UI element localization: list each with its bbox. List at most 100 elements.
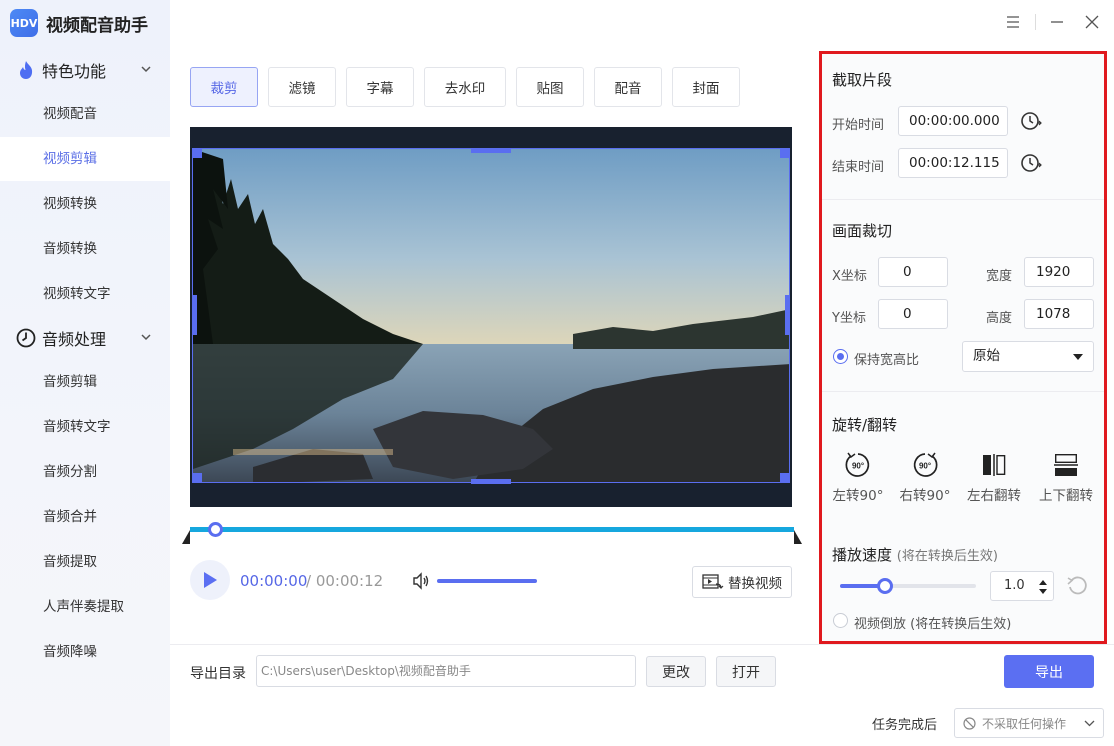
crop-handle-top[interactable]	[471, 148, 511, 153]
sidebar-item-audio-extract[interactable]: 音频提取	[0, 540, 170, 584]
sidebar-item-audio-to-text[interactable]: 音频转文字	[0, 405, 170, 449]
sidebar-item-audio-convert[interactable]: 音频转换	[0, 227, 170, 271]
tab-remove-watermark[interactable]: 去水印	[424, 67, 506, 107]
sidebar-item-video-convert[interactable]: 视频转换	[0, 182, 170, 226]
video-preview	[190, 127, 792, 507]
tab-filter[interactable]: 滤镜	[268, 67, 336, 107]
crop-handle-bottom-right[interactable]	[780, 473, 790, 483]
time-separator: /	[306, 572, 316, 590]
sidebar-item-audio-edit[interactable]: 音频剪辑	[0, 360, 170, 404]
aspect-ratio-value: 原始	[973, 348, 1000, 364]
decrement-icon[interactable]	[1039, 589, 1047, 594]
start-time-input[interactable]: 00:00:00.000	[898, 106, 1008, 136]
sidebar-item-video-edit[interactable]: 视频剪辑	[0, 137, 170, 181]
rotate-right-button[interactable]: 90° 右转90°	[895, 450, 955, 504]
flip-vertical-button[interactable]: 上下翻转	[1036, 450, 1096, 504]
rotate-badge-text: 90°	[919, 462, 931, 471]
y-coord-label: Y坐标	[832, 311, 866, 326]
crop-section-title: 画面裁切	[832, 222, 893, 240]
speed-input[interactable]: 1.0	[990, 571, 1054, 601]
chevron-down-icon	[1084, 720, 1095, 727]
app-title: HDV 视频配音助手	[10, 7, 148, 39]
end-time-input[interactable]: 00:00:12.115	[898, 148, 1008, 178]
crop-handle-bottom-left[interactable]	[192, 473, 202, 483]
keep-ratio-radio[interactable]	[833, 349, 848, 364]
tab-dubbing[interactable]: 配音	[594, 67, 662, 107]
clock-icon	[16, 328, 36, 348]
close-icon[interactable]	[1082, 12, 1102, 32]
tab-subtitle[interactable]: 字幕	[346, 67, 414, 107]
export-dir-label: 导出目录	[190, 666, 246, 682]
crop-handle-top-right[interactable]	[780, 148, 790, 158]
total-time-value: 00:00:12	[315, 572, 384, 590]
tab-cover[interactable]: 封面	[672, 67, 740, 107]
sidebar-item-video-dubbing[interactable]: 视频配音	[0, 92, 170, 136]
tab-sticker[interactable]: 贴图	[516, 67, 584, 107]
height-input[interactable]: 1078	[1024, 299, 1094, 329]
reset-icon[interactable]	[1066, 575, 1088, 597]
sidebar-group-audio[interactable]: 音频处理	[0, 318, 170, 358]
speed-note: (将在转换后生效)	[896, 549, 998, 564]
sidebar-item-audio-merge[interactable]: 音频合并	[0, 495, 170, 539]
divider	[170, 644, 1114, 645]
winctl-divider	[1035, 14, 1036, 30]
app-logo: HDV	[10, 9, 38, 37]
speed-section-title: 播放速度 (将在转换后生效)	[832, 544, 998, 565]
increment-icon[interactable]	[1039, 580, 1047, 585]
flip-horizontal-button[interactable]: 左右翻转	[964, 450, 1024, 504]
menu-icon[interactable]	[1003, 12, 1023, 32]
rotate-section-title: 旋转/翻转	[832, 416, 898, 434]
video-frame-image[interactable]	[192, 148, 790, 483]
rotate-left-wrap: 90°	[828, 450, 888, 480]
sidebar-item-audio-denoise[interactable]: 音频降噪	[0, 630, 170, 674]
flip-horizontal-wrap	[964, 450, 1024, 480]
rotate-left-button[interactable]: 90° 左转90°	[828, 450, 888, 504]
change-dir-button[interactable]: 更改	[646, 656, 706, 687]
aspect-ratio-select[interactable]: 原始	[962, 341, 1094, 372]
caret-down-icon	[1073, 354, 1083, 360]
x-coord-input[interactable]: 0	[878, 257, 948, 287]
current-time: 00:00:00	[240, 572, 308, 590]
settings-panel: 截取片段 开始时间 00:00:00.000 结束时间 00:00:12.115…	[819, 51, 1107, 644]
trim-handle-end[interactable]	[794, 530, 802, 544]
tab-crop[interactable]: 裁剪	[190, 67, 258, 107]
rotate-right-wrap: 90°	[895, 450, 955, 480]
sidebar-group-features[interactable]: 特色功能	[0, 50, 170, 90]
reverse-video-radio[interactable]	[833, 613, 848, 628]
play-button[interactable]	[190, 560, 230, 600]
sidebar-item-audio-split[interactable]: 音频分割	[0, 450, 170, 494]
y-coord-input[interactable]: 0	[878, 299, 948, 329]
export-path-field[interactable]: C:\Users\user\Desktop\视频配音助手	[256, 655, 636, 687]
timeline-bar[interactable]	[190, 527, 794, 532]
crop-handle-bottom[interactable]	[471, 479, 511, 484]
clip-section-title: 截取片段	[832, 71, 893, 89]
speed-slider-knob[interactable]	[877, 578, 893, 594]
volume-slider[interactable]	[437, 579, 537, 583]
sidebar-item-video-to-text[interactable]: 视频转文字	[0, 272, 170, 316]
sidebar-item-vocal-separate[interactable]: 人声伴奏提取	[0, 585, 170, 629]
after-task-select[interactable]: 不采取任何操作	[954, 708, 1104, 738]
prohibited-icon	[963, 716, 976, 730]
set-current-time-icon[interactable]	[1020, 110, 1042, 132]
app-name: 视频配音助手	[46, 15, 148, 36]
volume-icon[interactable]	[412, 572, 430, 590]
after-task-label: 任务完成后	[872, 718, 938, 733]
end-time-label: 结束时间	[832, 160, 885, 175]
export-button[interactable]: 导出	[1004, 655, 1094, 688]
crop-handle-right[interactable]	[785, 295, 790, 335]
trim-handle-start[interactable]	[182, 530, 190, 544]
flip-vertical-label: 上下翻转	[1039, 488, 1093, 504]
timeline[interactable]	[182, 520, 802, 546]
set-current-time-icon[interactable]	[1020, 152, 1042, 174]
sidebar-group-label: 音频处理	[42, 330, 107, 349]
chevron-down-icon	[141, 66, 151, 73]
playhead[interactable]	[208, 522, 223, 537]
crop-handle-top-left[interactable]	[192, 148, 202, 158]
width-input[interactable]: 1920	[1024, 257, 1094, 287]
replace-video-button[interactable]: 替换视频	[692, 566, 792, 598]
minimize-icon[interactable]	[1047, 12, 1067, 32]
flip-vertical-icon	[1054, 454, 1078, 476]
crop-handle-left[interactable]	[192, 295, 197, 335]
rotate-right-icon: 90°	[913, 452, 938, 477]
open-dir-button[interactable]: 打开	[716, 656, 776, 687]
